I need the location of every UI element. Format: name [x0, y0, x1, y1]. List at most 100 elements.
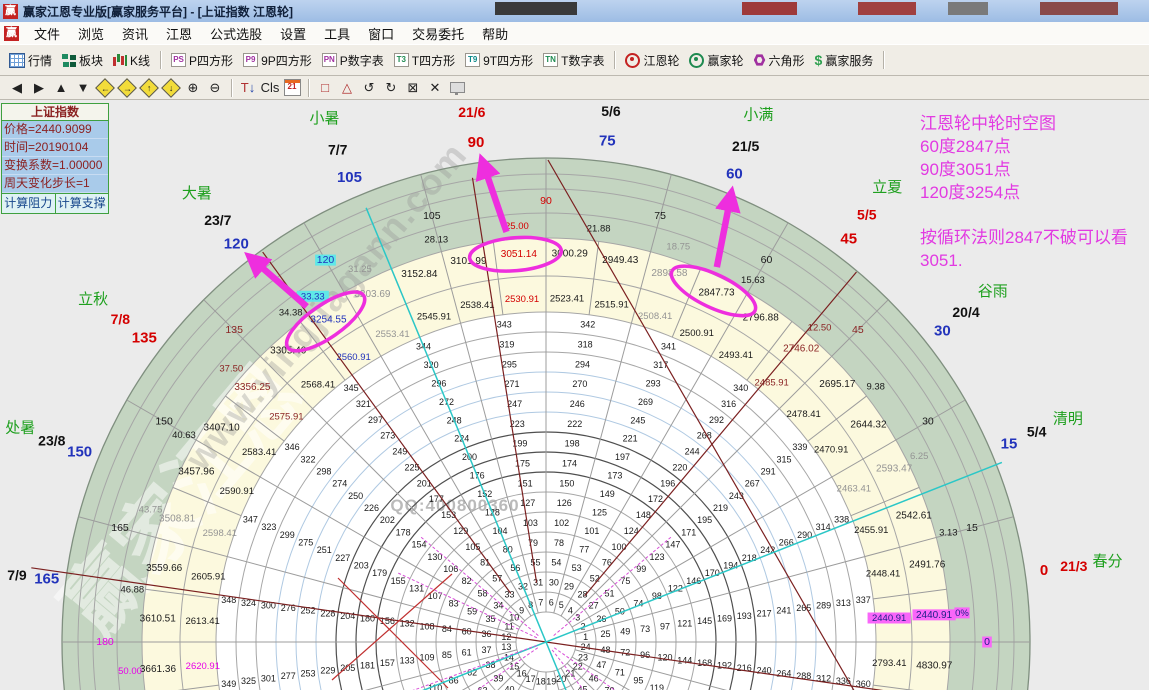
toolbar-button-9P四方形[interactable]: P99P四方形: [243, 52, 312, 69]
svg-text:347: 347: [243, 515, 258, 525]
pan-down-button[interactable]: ↓: [161, 78, 181, 98]
pointer-up-button[interactable]: ▲: [51, 78, 71, 98]
next-button[interactable]: ▶: [29, 78, 49, 98]
calendar-icon: 21: [284, 79, 301, 96]
converge-button[interactable]: ✕: [425, 78, 445, 98]
svg-text:205: 205: [340, 663, 355, 673]
zoom-out-button[interactable]: ⊖: [205, 78, 225, 98]
svg-text:295: 295: [502, 359, 517, 369]
svg-text:90: 90: [468, 134, 485, 151]
svg-text:2620.91: 2620.91: [186, 661, 220, 672]
svg-text:21/3: 21/3: [1060, 558, 1087, 574]
svg-text:2598.41: 2598.41: [203, 528, 237, 539]
screen-button[interactable]: [447, 78, 467, 98]
svg-text:37.50: 37.50: [219, 363, 243, 374]
svg-text:323: 323: [261, 522, 276, 532]
svg-text:30: 30: [549, 578, 559, 588]
t-down-button[interactable]: T↓: [238, 78, 258, 98]
svg-text:15: 15: [1001, 435, 1018, 452]
svg-text:3.13: 3.13: [939, 527, 958, 538]
toolbar-separator: [160, 51, 161, 69]
toolbar-button-赢家轮[interactable]: 赢家轮: [689, 52, 743, 69]
toolbar-button-江恩轮[interactable]: 江恩轮: [625, 52, 679, 69]
menu-item-浏览[interactable]: 浏览: [69, 24, 113, 43]
svg-text:5/6: 5/6: [601, 103, 621, 119]
svg-text:322: 322: [300, 454, 315, 464]
rotate-ccw-button[interactable]: ↺: [359, 78, 379, 98]
svg-text:13: 13: [501, 642, 511, 652]
calc-support-button[interactable]: 计算支撑: [55, 193, 109, 213]
square-tool-button[interactable]: □: [315, 78, 335, 98]
svg-text:294: 294: [575, 359, 590, 369]
svg-text:71: 71: [615, 668, 625, 678]
svg-text:3: 3: [575, 613, 580, 623]
calendar-button[interactable]: 21: [282, 78, 302, 98]
svg-text:220: 220: [672, 462, 687, 472]
svg-text:96: 96: [640, 650, 650, 660]
zoom-in-button[interactable]: ⊕: [183, 78, 203, 98]
hexagon-icon: [754, 54, 766, 66]
svg-text:4: 4: [568, 605, 573, 615]
svg-text:73: 73: [640, 624, 650, 634]
svg-text:108: 108: [420, 621, 435, 631]
annotation-line-6: 3051.: [920, 249, 1149, 272]
svg-text:2568.41: 2568.41: [301, 379, 335, 390]
pan-right-button[interactable]: →: [117, 78, 137, 98]
menu-item-文件[interactable]: 文件: [25, 24, 69, 43]
kline-icon: [113, 54, 127, 67]
toolbar-button-label: 六角形: [769, 52, 805, 69]
menu-item-窗口[interactable]: 窗口: [359, 24, 403, 43]
rotate-cw-button[interactable]: ↻: [381, 78, 401, 98]
pan-left-button[interactable]: ←: [95, 78, 115, 98]
ring-red-icon: [625, 53, 640, 68]
toolbar-button-T四方形[interactable]: T3T四方形: [394, 52, 455, 69]
toolbar-button-label: T四方形: [412, 52, 455, 69]
toolbar-button-六角形[interactable]: 六角形: [754, 52, 805, 69]
svg-text:131: 131: [409, 583, 424, 593]
svg-text:46.88: 46.88: [120, 584, 144, 595]
toolbar-button-T数字表[interactable]: TNT数字表: [543, 52, 604, 69]
pointer-down-button[interactable]: ▼: [73, 78, 93, 98]
toolbar-button-板块[interactable]: 板块: [62, 52, 103, 69]
svg-text:2583.41: 2583.41: [242, 447, 276, 458]
pan-left-button-icon: ←: [95, 78, 115, 98]
svg-text:2478.41: 2478.41: [786, 409, 820, 420]
calc-resistance-button[interactable]: 计算阻力: [2, 193, 55, 213]
cls-button[interactable]: Cls: [260, 78, 280, 98]
svg-text:337: 337: [856, 595, 871, 605]
dollar-icon: $: [815, 52, 823, 68]
background-window-fragment: [742, 2, 797, 15]
toolbar-button-行情[interactable]: 行情: [9, 52, 52, 69]
letter-icon: PN: [322, 53, 337, 67]
toolbar-button-K线[interactable]: K线: [113, 52, 150, 69]
menu-item-帮助[interactable]: 帮助: [473, 24, 517, 43]
menu-item-资讯[interactable]: 资讯: [113, 24, 157, 43]
menu-item-工具[interactable]: 工具: [315, 24, 359, 43]
svg-text:40: 40: [504, 685, 514, 690]
svg-text:52: 52: [590, 574, 600, 584]
pan-up-button[interactable]: ↑: [139, 78, 159, 98]
toolbar-button-P四方形[interactable]: PSP四方形: [171, 52, 233, 69]
svg-text:60: 60: [726, 166, 743, 183]
menu-item-公式选股[interactable]: 公式选股: [201, 24, 271, 43]
svg-text:2440.91: 2440.91: [916, 610, 953, 621]
menu-item-江恩[interactable]: 江恩: [157, 24, 201, 43]
menu-item-交易委托[interactable]: 交易委托: [403, 24, 473, 43]
svg-text:90: 90: [540, 195, 552, 207]
letter-icon: T3: [394, 53, 409, 67]
toolbar-button-9T四方形[interactable]: T99T四方形: [465, 52, 533, 69]
svg-text:2515.91: 2515.91: [594, 299, 628, 310]
triangle-tool-button[interactable]: △: [337, 78, 357, 98]
title-bar[interactable]: 赢 赢家江恩专业版[赢家服务平台] - [上证指数 江恩轮]: [0, 0, 1149, 23]
svg-text:78: 78: [554, 538, 564, 548]
svg-text:346: 346: [285, 442, 300, 452]
info-row-1: 时间=20190104: [2, 139, 108, 157]
clear-box-button[interactable]: ⊠: [403, 78, 423, 98]
svg-text:58: 58: [478, 588, 488, 598]
toolbar-button-label: 板块: [79, 52, 103, 69]
svg-text:174: 174: [562, 459, 577, 469]
toolbar-button-P数字表[interactable]: PNP数字表: [322, 52, 384, 69]
toolbar-button-赢家服务[interactable]: $赢家服务: [815, 52, 874, 69]
menu-item-设置[interactable]: 设置: [271, 24, 315, 43]
prev-button[interactable]: ◀: [7, 78, 27, 98]
